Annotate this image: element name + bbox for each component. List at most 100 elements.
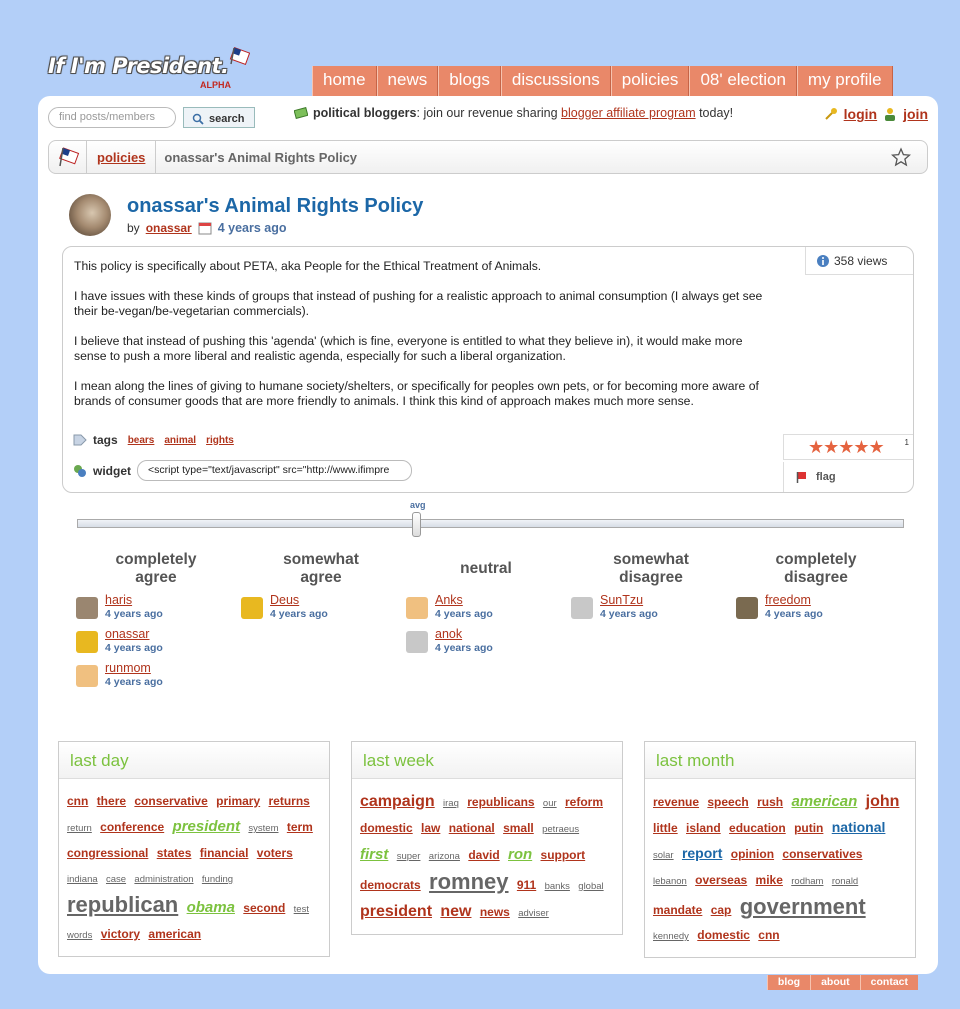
voter-avatar[interactable] [76,631,98,653]
tag-cloud-word[interactable]: primary [216,794,260,808]
nav-tab-home[interactable]: home [312,66,377,96]
flag-button[interactable]: flag [783,462,913,492]
voter-avatar[interactable] [76,665,98,687]
tag-cloud-word[interactable]: ron [508,846,532,863]
tag-cloud-word[interactable]: adviser [518,908,549,919]
voter-name-link[interactable]: runmom [105,661,163,676]
tag-cloud-word[interactable]: indiana [67,874,98,885]
widget-code-field[interactable]: <script type="text/javascript" src="http… [137,460,412,481]
tag-cloud-word[interactable]: kennedy [653,931,689,942]
tag-cloud-word[interactable]: news [480,905,510,919]
voter-avatar[interactable] [241,597,263,619]
tag-cloud-word[interactable]: lebanon [653,876,687,887]
voter-name-link[interactable]: anok [435,627,493,642]
tag-cloud-word[interactable]: romney [429,869,508,894]
footer-link-contact[interactable]: contact [859,975,918,990]
tag-cloud-word[interactable]: american [791,793,857,810]
voter-avatar[interactable] [736,597,758,619]
voter-name-link[interactable]: freedom [765,593,823,608]
nav-tab-my-profile[interactable]: my profile [796,66,893,96]
tag-cloud-word[interactable]: case [106,874,126,885]
nav-tab-policies[interactable]: policies [610,66,690,96]
tag-cloud-word[interactable]: american [148,927,201,941]
tag-cloud-word[interactable]: small [503,821,534,835]
tag-cloud-word[interactable]: funding [202,874,233,885]
tag-cloud-word[interactable]: our [543,798,557,809]
nav-tab-blogs[interactable]: blogs [438,66,501,96]
tag-link[interactable]: animal [164,435,196,446]
tag-cloud-word[interactable]: conservative [134,794,207,808]
tag-cloud-word[interactable]: national [449,821,495,835]
voter-name-link[interactable]: Anks [435,593,493,608]
tag-cloud-word[interactable]: voters [257,846,293,860]
tag-cloud-word[interactable]: rush [757,795,783,809]
tag-link[interactable]: bears [128,435,155,446]
tag-cloud-word[interactable]: ronald [832,876,858,887]
tag-cloud-word[interactable]: revenue [653,795,699,809]
tag-cloud-word[interactable]: returns [268,794,309,808]
tag-cloud-word[interactable]: cnn [758,928,779,942]
tag-cloud-word[interactable]: conservatives [782,847,862,861]
tag-cloud-word[interactable]: republicans [467,795,534,809]
nav-tab-08-election[interactable]: 08' election [689,66,797,96]
author-link[interactable]: onassar [146,221,192,235]
tag-cloud-word[interactable]: national [832,819,886,835]
tag-link[interactable]: rights [206,435,234,446]
join-link[interactable]: join [903,106,928,122]
tag-cloud-word[interactable]: system [248,823,278,834]
tag-cloud-word[interactable]: financial [200,846,249,860]
tag-cloud-word[interactable]: test [294,904,309,915]
voter-avatar[interactable] [406,631,428,653]
voter-name-link[interactable]: SunTzu [600,593,658,608]
tag-cloud-word[interactable]: democrats [360,878,421,892]
tag-cloud-word[interactable]: congressional [67,846,148,860]
favorite-star-icon[interactable] [891,147,911,167]
voter-name-link[interactable]: onassar [105,627,163,642]
tag-cloud-word[interactable]: reform [565,795,603,809]
tag-cloud-word[interactable]: law [421,821,440,835]
tag-cloud-word[interactable]: first [360,846,388,863]
tag-cloud-word[interactable]: opinion [731,847,774,861]
tag-cloud-word[interactable]: banks [545,881,570,892]
tag-cloud-word[interactable]: president [360,903,432,920]
tag-cloud-word[interactable]: words [67,930,92,941]
breadcrumb-policies[interactable]: policies [87,141,157,173]
affiliate-link[interactable]: blogger affiliate program [561,106,696,120]
breadcrumb-home[interactable] [49,141,87,173]
tag-cloud-word[interactable]: david [468,848,499,862]
voter-avatar[interactable] [76,597,98,619]
tag-cloud-word[interactable]: president [173,818,241,835]
tag-cloud-word[interactable]: john [866,793,900,810]
nav-tab-news[interactable]: news [376,66,439,96]
tag-cloud-word[interactable]: term [287,820,313,834]
tag-cloud-word[interactable]: mandate [653,903,702,917]
tag-cloud-word[interactable]: mike [756,873,783,887]
tag-cloud-word[interactable]: speech [707,795,748,809]
tag-cloud-word[interactable]: government [740,894,866,919]
tag-cloud-word[interactable]: putin [794,821,823,835]
voter-avatar[interactable] [406,597,428,619]
tag-cloud-word[interactable]: obama [187,899,235,916]
tag-cloud-word[interactable]: little [653,821,678,835]
tag-cloud-word[interactable]: domestic [697,928,750,942]
tag-cloud-word[interactable]: super [397,851,421,862]
tag-cloud-word[interactable]: new [440,903,471,920]
tag-cloud-word[interactable]: return [67,823,92,834]
search-input[interactable]: find posts/members [48,107,176,128]
tag-cloud-word[interactable]: victory [101,927,140,941]
tag-cloud-word[interactable]: states [157,846,192,860]
author-avatar[interactable] [69,194,111,236]
tag-cloud-word[interactable]: iraq [443,798,459,809]
nav-tab-discussions[interactable]: discussions [500,66,611,96]
tag-cloud-word[interactable]: administration [134,874,193,885]
tag-cloud-word[interactable]: republican [67,892,178,917]
rating-stars[interactable]: ★★★★★ [808,437,885,458]
tag-cloud-word[interactable]: island [686,821,721,835]
tag-cloud-word[interactable]: arizona [429,851,460,862]
tag-cloud-word[interactable]: education [729,821,786,835]
tag-cloud-word[interactable]: rodham [791,876,823,887]
voter-name-link[interactable]: haris [105,593,163,608]
voter-name-link[interactable]: Deus [270,593,328,608]
rating[interactable]: ★★★★★ 1 [783,434,913,460]
tag-cloud-word[interactable]: petraeus [542,824,579,835]
